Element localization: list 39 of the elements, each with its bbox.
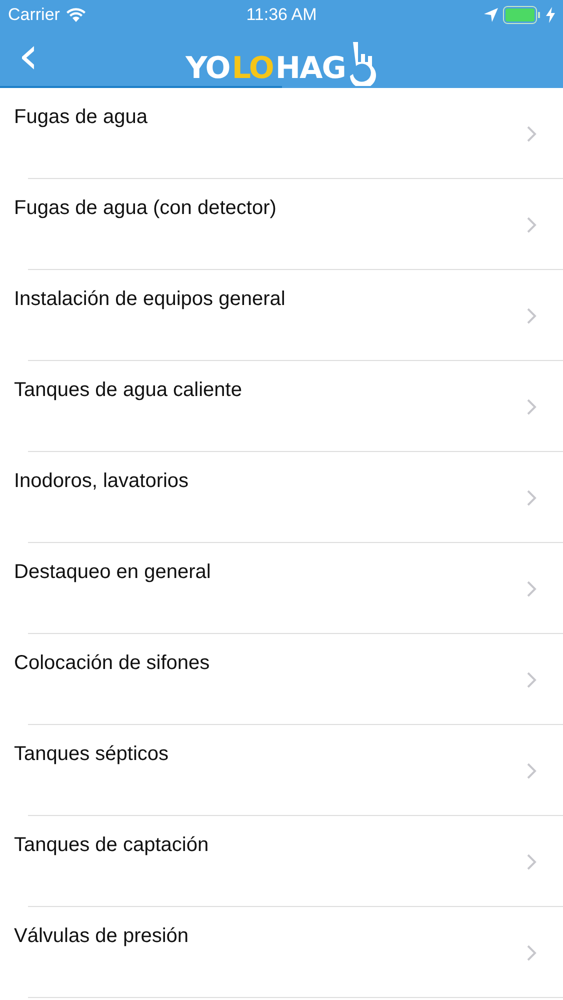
list-row[interactable]: Tanques sépticos xyxy=(0,725,563,816)
chevron-icon xyxy=(527,945,537,961)
chevron-icon xyxy=(527,581,537,597)
chevron-icon xyxy=(527,308,537,324)
logo-text: YO xyxy=(186,51,230,86)
chevron-icon xyxy=(527,672,537,688)
pointing-hand-icon xyxy=(347,40,378,86)
row-label: Tanques de agua caliente xyxy=(14,379,242,402)
list-row[interactable]: Fugas de agua xyxy=(0,88,563,179)
logo-text: HAG xyxy=(275,51,346,86)
chevron-icon xyxy=(527,399,537,415)
row-label: Colocación de sifones xyxy=(14,652,210,675)
row-label: Inodoros, lavatorios xyxy=(14,470,189,493)
list-row[interactable]: Colocación de sifones xyxy=(0,634,563,725)
row-label: Tanques de captación xyxy=(14,834,209,857)
list-row[interactable]: Inodoros, lavatorios xyxy=(0,452,563,543)
row-label: Tanques sépticos xyxy=(14,743,169,766)
list-row[interactable]: Fugas de agua (con detector) xyxy=(0,179,563,270)
chevron-icon xyxy=(527,854,537,870)
list-row[interactable]: Instalación de equipos general xyxy=(0,270,563,361)
logo-text: LO xyxy=(232,51,274,86)
row-label: Fugas de agua xyxy=(14,106,148,129)
clock: 11:36 AM xyxy=(246,5,317,25)
list-row[interactable]: Válvulas de presión xyxy=(0,907,563,998)
list-row[interactable]: Tanques de agua caliente xyxy=(0,361,563,452)
location-icon xyxy=(484,8,498,22)
carrier-label: Carrier xyxy=(8,5,60,25)
chevron-icon xyxy=(527,763,537,779)
list-row[interactable]: Tanques de captación xyxy=(0,816,563,907)
wifi-icon xyxy=(66,8,86,22)
row-label: Válvulas de presión xyxy=(14,925,189,948)
list-row[interactable]: Destaqueo en general xyxy=(0,543,563,634)
chevron-icon xyxy=(527,217,537,233)
chevron-icon xyxy=(527,126,537,142)
row-label: Fugas de agua (con detector) xyxy=(14,197,276,220)
row-label: Destaqueo en general xyxy=(14,561,211,584)
battery-icon xyxy=(503,6,541,24)
chevron-icon xyxy=(527,490,537,506)
row-label: Instalación de equipos general xyxy=(14,288,286,311)
